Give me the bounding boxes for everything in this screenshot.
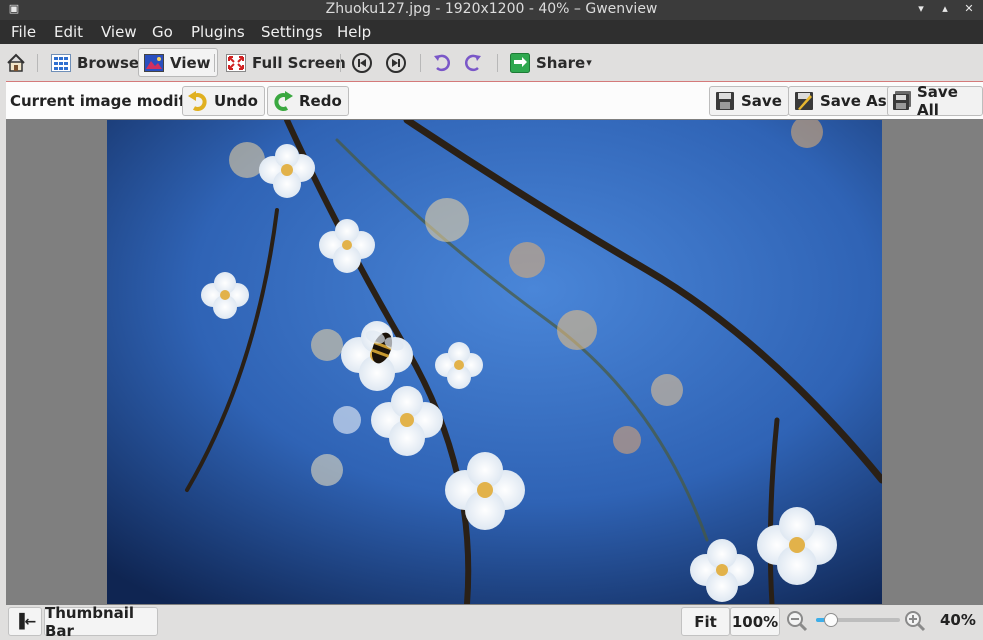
save-all-icon [892,90,912,112]
zoom-100-label: 100% [731,612,779,631]
rotate-right-icon [463,53,483,73]
zoom-100-button[interactable]: 100% [730,607,780,636]
fullscreen-icon [225,53,247,73]
toolbar-separator [37,54,38,72]
image-modified-bar: Current image modified Undo Redo Save Sa… [6,81,983,119]
toolbar-separator [420,54,421,72]
minimize-button[interactable]: ▾ [915,3,927,15]
zoom-slider[interactable] [816,613,900,627]
share-icon [509,52,531,73]
menu-view[interactable]: View [101,23,137,41]
save-all-label: Save All [917,83,958,119]
share-dropdown-arrow-icon: ▾ [586,56,592,69]
maximize-button[interactable]: ▴ [939,3,951,15]
photo-plum-blossoms[interactable] [107,120,882,604]
undo-icon [187,90,209,112]
redo-icon [272,90,294,112]
share-label: Share [536,53,586,72]
window-title: Zhuoku127.jpg - 1920x1200 - 40% – Gwenvi… [325,1,658,17]
home-icon [6,53,26,73]
fullscreen-label: Full Screen [252,53,346,72]
menu-edit[interactable]: Edit [54,23,83,41]
zoom-fit-label: Fit [694,612,717,631]
save-icon [714,90,736,112]
close-button[interactable]: ✕ [963,3,975,15]
toolbar-separator [340,54,341,72]
menu-bar: File Edit View Go Plugins Settings Help [0,20,983,44]
rotate-right-button[interactable] [463,48,485,77]
zoom-percentage: 40% [940,611,976,629]
thumbnail-bar-button[interactable]: Thumbnail Bar [44,604,158,640]
menu-go[interactable]: Go [152,23,173,41]
previous-icon [352,52,372,73]
zoom-slider-handle[interactable] [824,613,838,627]
thumbnail-bar-toggle[interactable]: ▐← [8,607,42,636]
sidebar-toggle-icon: ▐← [13,613,37,630]
toolbar-separator [214,54,215,72]
browse-label: Browse [77,53,140,72]
view-label: View [170,53,211,72]
rotate-left-icon [432,53,452,73]
zoom-in-icon[interactable] [904,610,926,636]
next-icon [386,52,406,73]
save-all-button[interactable]: Save All [887,83,983,119]
save-label: Save [741,92,782,110]
modified-message: Current image modified [10,92,211,110]
share-button[interactable]: Share ▾ [509,48,592,77]
menu-file[interactable]: File [11,23,36,41]
home-button[interactable] [6,48,30,77]
view-image-icon [143,53,165,73]
undo-label: Undo [214,92,258,110]
menu-settings[interactable]: Settings [261,23,323,41]
save-button[interactable]: Save [709,86,789,116]
thumbnail-bar-label: Thumbnail Bar [45,603,135,640]
previous-button[interactable] [352,48,374,77]
image-viewer[interactable] [6,119,983,605]
save-as-button[interactable]: Save As [788,86,894,116]
fullscreen-button[interactable]: Full Screen [225,48,346,77]
main-toolbar: Browse View Full Screen Share ▾ [0,44,983,81]
zoom-out-icon[interactable] [786,610,808,636]
browse-button[interactable]: Browse [50,48,139,77]
save-as-icon [793,90,815,112]
save-as-label: Save As [820,92,887,110]
undo-button[interactable]: Undo [182,86,265,116]
title-bar: ▣ Zhuoku127.jpg - 1920x1200 - 40% – Gwen… [0,0,983,20]
redo-label: Redo [299,92,342,110]
next-button[interactable] [386,48,408,77]
rotate-left-button[interactable] [432,48,454,77]
menu-plugins[interactable]: Plugins [191,23,245,41]
browse-grid-icon [50,53,72,73]
redo-button[interactable]: Redo [267,86,349,116]
view-button[interactable]: View [138,48,218,77]
menu-help[interactable]: Help [337,23,371,41]
zoom-fit-button[interactable]: Fit [681,607,730,636]
toolbar-separator [497,54,498,72]
